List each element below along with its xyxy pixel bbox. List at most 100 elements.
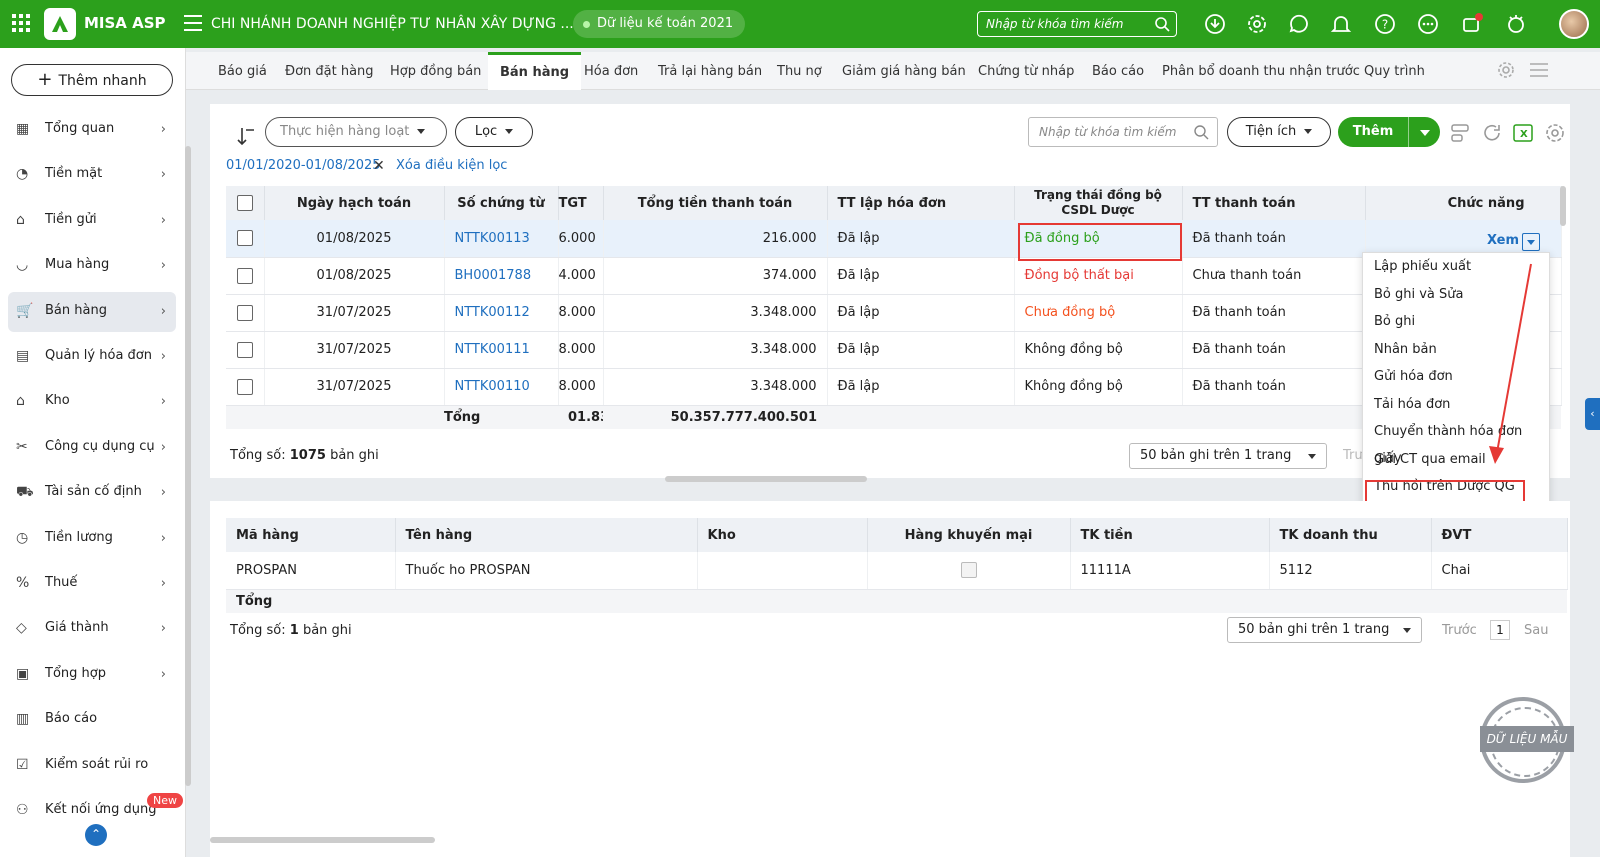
sidebar-item[interactable]: ◔ Tiền mặt › (8, 155, 176, 195)
tab[interactable]: Hóa đơn (584, 52, 638, 90)
row-select-cell[interactable] (226, 368, 265, 406)
detail-col-header[interactable]: Kho (697, 518, 868, 552)
add-button[interactable]: Thêm (1338, 117, 1440, 147)
sidebar-item[interactable]: ⌂ Tiền gửi › (8, 201, 176, 241)
detail-col-header[interactable]: Mã hàng (226, 518, 396, 552)
chat-icon[interactable] (1287, 12, 1311, 36)
detail-next-button[interactable]: Sau (1524, 623, 1548, 638)
promo-checkbox[interactable] (960, 562, 977, 579)
select-all-checkbox[interactable] (236, 195, 253, 211)
tab[interactable]: Đơn đặt hàng (285, 52, 374, 90)
table-row[interactable]: 31/07/2025 NTTK00111 8.000 3.348.000 Đã lập K… (226, 331, 1562, 369)
detail-col-header[interactable]: TK tiền (1070, 518, 1270, 552)
col-header[interactable]: Tổng tiền thanh toán (603, 186, 828, 220)
support-icon[interactable] (1504, 12, 1528, 36)
sidebar-item[interactable]: 🛒 Bán hàng › (8, 291, 176, 332)
row-checkbox[interactable] (236, 378, 253, 395)
select-all-cell[interactable] (226, 186, 265, 220)
tab[interactable]: Hợp đồng bán (390, 52, 481, 90)
col-header[interactable]: Số chứng từ (444, 186, 559, 220)
tab[interactable]: Báo cáo (1092, 52, 1144, 90)
sidebar-item[interactable]: ⌂ Kho › (8, 382, 176, 422)
row-checkbox[interactable] (236, 267, 253, 284)
table-row[interactable]: 01/08/2025 BH0001788 4.000 374.000 Đã lập Đồn… (226, 257, 1562, 295)
clear-filter-link[interactable]: Xóa điều kiện lọc (396, 158, 507, 173)
sidebar-item[interactable]: ▣ Tổng hợp › (8, 655, 176, 695)
sidebar-item[interactable]: ▥ Báo cáo (8, 700, 176, 740)
refresh-icon[interactable] (1481, 122, 1503, 144)
scroll-up-icon[interactable]: ⌃ (85, 824, 107, 846)
filter-button[interactable]: Lọc (455, 117, 533, 147)
sidebar-item[interactable]: ◇ Giá thành › (8, 609, 176, 649)
detail-col-header[interactable]: ĐVT (1431, 518, 1568, 552)
row-checkbox[interactable] (236, 341, 253, 358)
detail-row[interactable]: PROSPAN Thuốc ho PROSPAN 11111A 5112 Cha… (226, 552, 1568, 590)
detail-page-size-select[interactable]: 50 bản ghi trên 1 trang (1227, 617, 1422, 643)
col-header[interactable]: Chức năng (1365, 186, 1562, 220)
list-search-input[interactable]: Nhập từ khóa tìm kiếm (1028, 117, 1218, 147)
voucher-number-link[interactable]: NTTK00110 (444, 368, 559, 406)
utility-button[interactable]: Tiện ích (1227, 117, 1331, 147)
side-panel-toggle-icon[interactable]: ‹ (1585, 398, 1600, 430)
col-header[interactable]: TGT (558, 186, 604, 220)
add-dropdown-icon[interactable] (1420, 130, 1430, 136)
sidebar-item[interactable]: % Thuế › (8, 564, 176, 604)
row-select-cell[interactable] (226, 220, 265, 258)
tab[interactable]: Chứng từ nháp (978, 52, 1074, 90)
detail-col-header[interactable]: Tên hàng (395, 518, 698, 552)
col-header[interactable]: Trạng thái đồng bộ CSDL Dược (1014, 186, 1183, 220)
company-name[interactable]: CHI NHÁNH DOANH NGHIỆP TƯ NHÂN XÂY DỰNG … (211, 16, 574, 32)
tab[interactable]: Bán hàng (488, 52, 582, 90)
table-row[interactable]: 31/07/2025 NTTK00110 8.000 3.348.000 Đã lập K… (226, 368, 1562, 406)
table-row[interactable]: 01/08/2025 NTTK00113 6.000 216.000 Đã lập Đã … (226, 220, 1562, 258)
sidebar-item[interactable]: ◷ Tiền lương › (8, 519, 176, 559)
voucher-number-link[interactable]: NTTK00112 (444, 294, 559, 332)
app-grid-icon[interactable] (12, 14, 30, 32)
row-checkbox[interactable] (236, 230, 253, 247)
detail-col-header[interactable]: Hàng khuyến mại (867, 518, 1071, 552)
sort-icon[interactable] (236, 126, 256, 148)
bulk-action-button[interactable]: Thực hiện hàng loạt (265, 117, 447, 147)
view-link[interactable]: Xem (1487, 233, 1519, 248)
tab[interactable]: Báo giá (218, 52, 267, 90)
row-action-dropdown[interactable] (1522, 233, 1540, 251)
accounting-data-selector[interactable]: Dữ liệu kế toán 2021 (573, 10, 746, 38)
voucher-number-link[interactable]: BH0001788 (444, 257, 559, 295)
table-row[interactable]: 31/07/2025 NTTK00112 8.000 3.348.000 Đã lập C… (226, 294, 1562, 332)
col-header[interactable]: TT lập hóa đơn (827, 186, 1015, 220)
table-hscrollbar[interactable] (665, 476, 867, 482)
tab[interactable]: Trả lại hàng bán (658, 52, 762, 90)
tab-list-icon[interactable] (1528, 60, 1550, 80)
voucher-number-link[interactable]: NTTK00111 (444, 331, 559, 369)
page-size-select[interactable]: 50 bản ghi trên 1 trang (1129, 443, 1327, 469)
voucher-number-link[interactable]: NTTK00113 (444, 220, 559, 258)
tab[interactable]: Thu nợ (777, 52, 822, 90)
sidebar-item[interactable]: ⛟ Tài sản cố định › (8, 473, 176, 513)
tab[interactable]: Quy trình (1364, 52, 1425, 90)
misa-logo-icon[interactable] (44, 8, 76, 40)
remove-filter-icon[interactable]: ✕ (373, 158, 385, 174)
grid-settings-icon[interactable] (1544, 122, 1566, 144)
detail-page-number[interactable]: 1 (1490, 620, 1510, 640)
help-icon[interactable]: ? (1373, 12, 1397, 36)
prev-page-button[interactable]: Trư (1343, 448, 1363, 463)
sidebar-item[interactable]: ▤ Quản lý hóa đơn › (8, 337, 176, 377)
row-select-cell[interactable] (226, 257, 265, 295)
row-select-cell[interactable] (226, 294, 265, 332)
sidebar-item[interactable]: ✂ Công cụ dụng cụ › (8, 428, 176, 468)
bell-icon[interactable] (1329, 12, 1353, 36)
user-avatar[interactable] (1559, 9, 1589, 39)
table-vscrollbar[interactable] (1560, 186, 1566, 226)
col-header[interactable]: TT thanh toán (1182, 186, 1366, 220)
notification-icon[interactable] (1460, 12, 1484, 36)
sidebar-item[interactable]: ◡ Mua hàng › (8, 246, 176, 286)
sidebar-item[interactable]: ☑ Kiểm soát rủi ro (8, 746, 176, 786)
excel-export-icon[interactable]: X (1512, 122, 1534, 144)
row-checkbox[interactable] (236, 304, 253, 321)
row-select-cell[interactable] (226, 331, 265, 369)
menu-toggle-icon[interactable] (184, 15, 202, 31)
settings-icon[interactable] (1245, 12, 1269, 36)
download-icon[interactable] (1203, 12, 1227, 36)
tab[interactable]: Phân bổ doanh thu nhận trước (1162, 52, 1360, 90)
global-search-input[interactable]: Nhập từ khóa tìm kiếm (977, 11, 1177, 37)
